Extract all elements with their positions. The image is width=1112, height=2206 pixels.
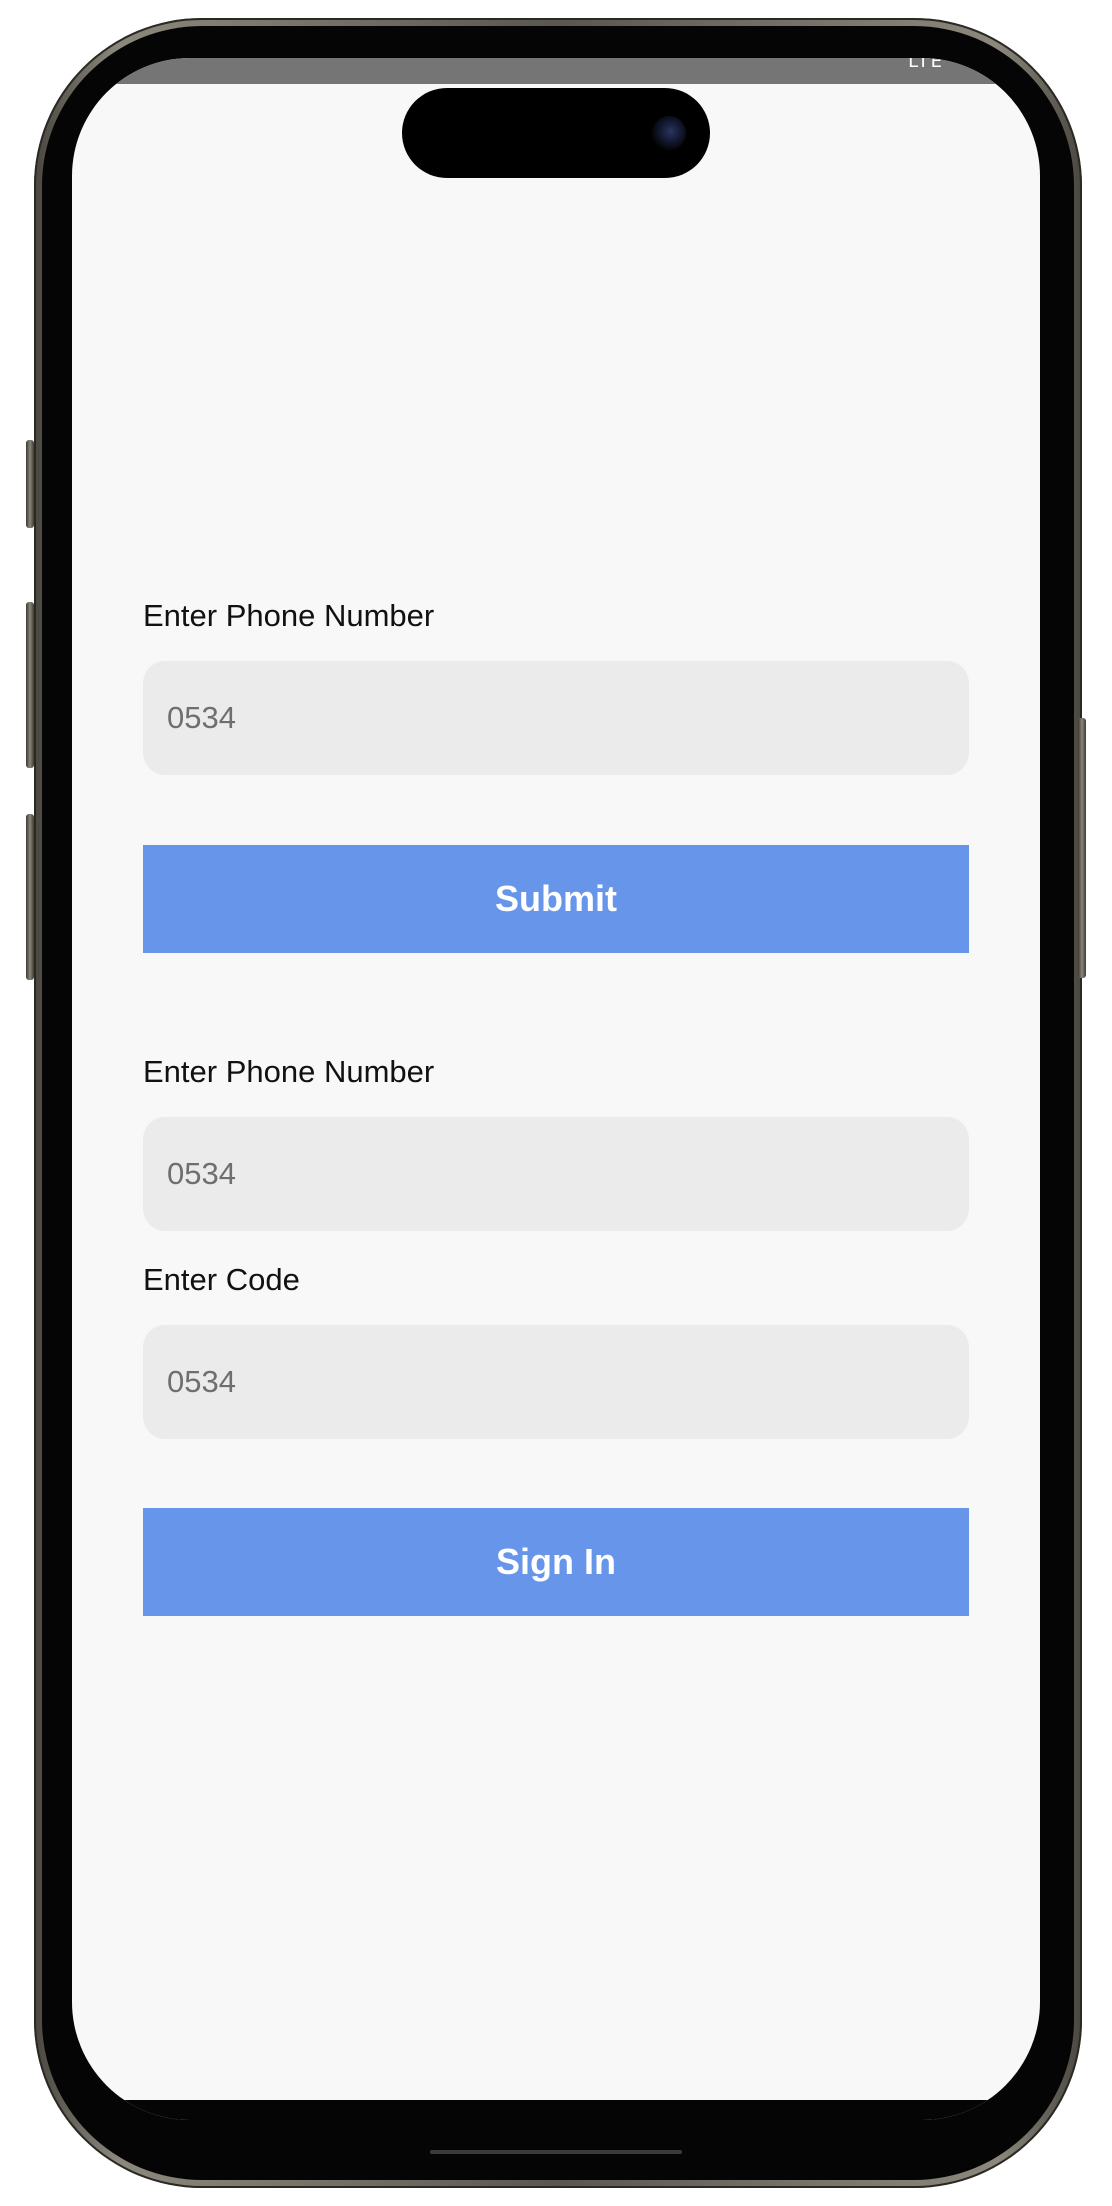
power-button [1078, 718, 1086, 978]
signin-phone-number-label: Enter Phone Number [143, 1054, 435, 1089]
signin-phone-number-input[interactable] [143, 1117, 969, 1231]
action-button [26, 440, 34, 528]
home-indicator[interactable] [430, 2150, 682, 2154]
screen-bottom-edge [72, 2100, 1040, 2120]
code-input[interactable] [143, 1325, 969, 1439]
status-bar: LTE [72, 58, 1040, 84]
dynamic-island [402, 88, 710, 178]
sign-in-button[interactable]: Sign In [143, 1508, 969, 1616]
submit-button[interactable]: Submit [143, 845, 969, 953]
phone-number-input[interactable] [143, 661, 969, 775]
phone-number-label: Enter Phone Number [143, 598, 435, 633]
code-label: Enter Code [143, 1262, 300, 1297]
camera-icon [652, 116, 686, 150]
app-screen: LTE Enter Phone Number Submit Enter Phon… [72, 58, 1040, 2120]
network-indicator-text: LTE [908, 58, 944, 68]
volume-down-button [26, 814, 34, 980]
volume-up-button [26, 602, 34, 768]
